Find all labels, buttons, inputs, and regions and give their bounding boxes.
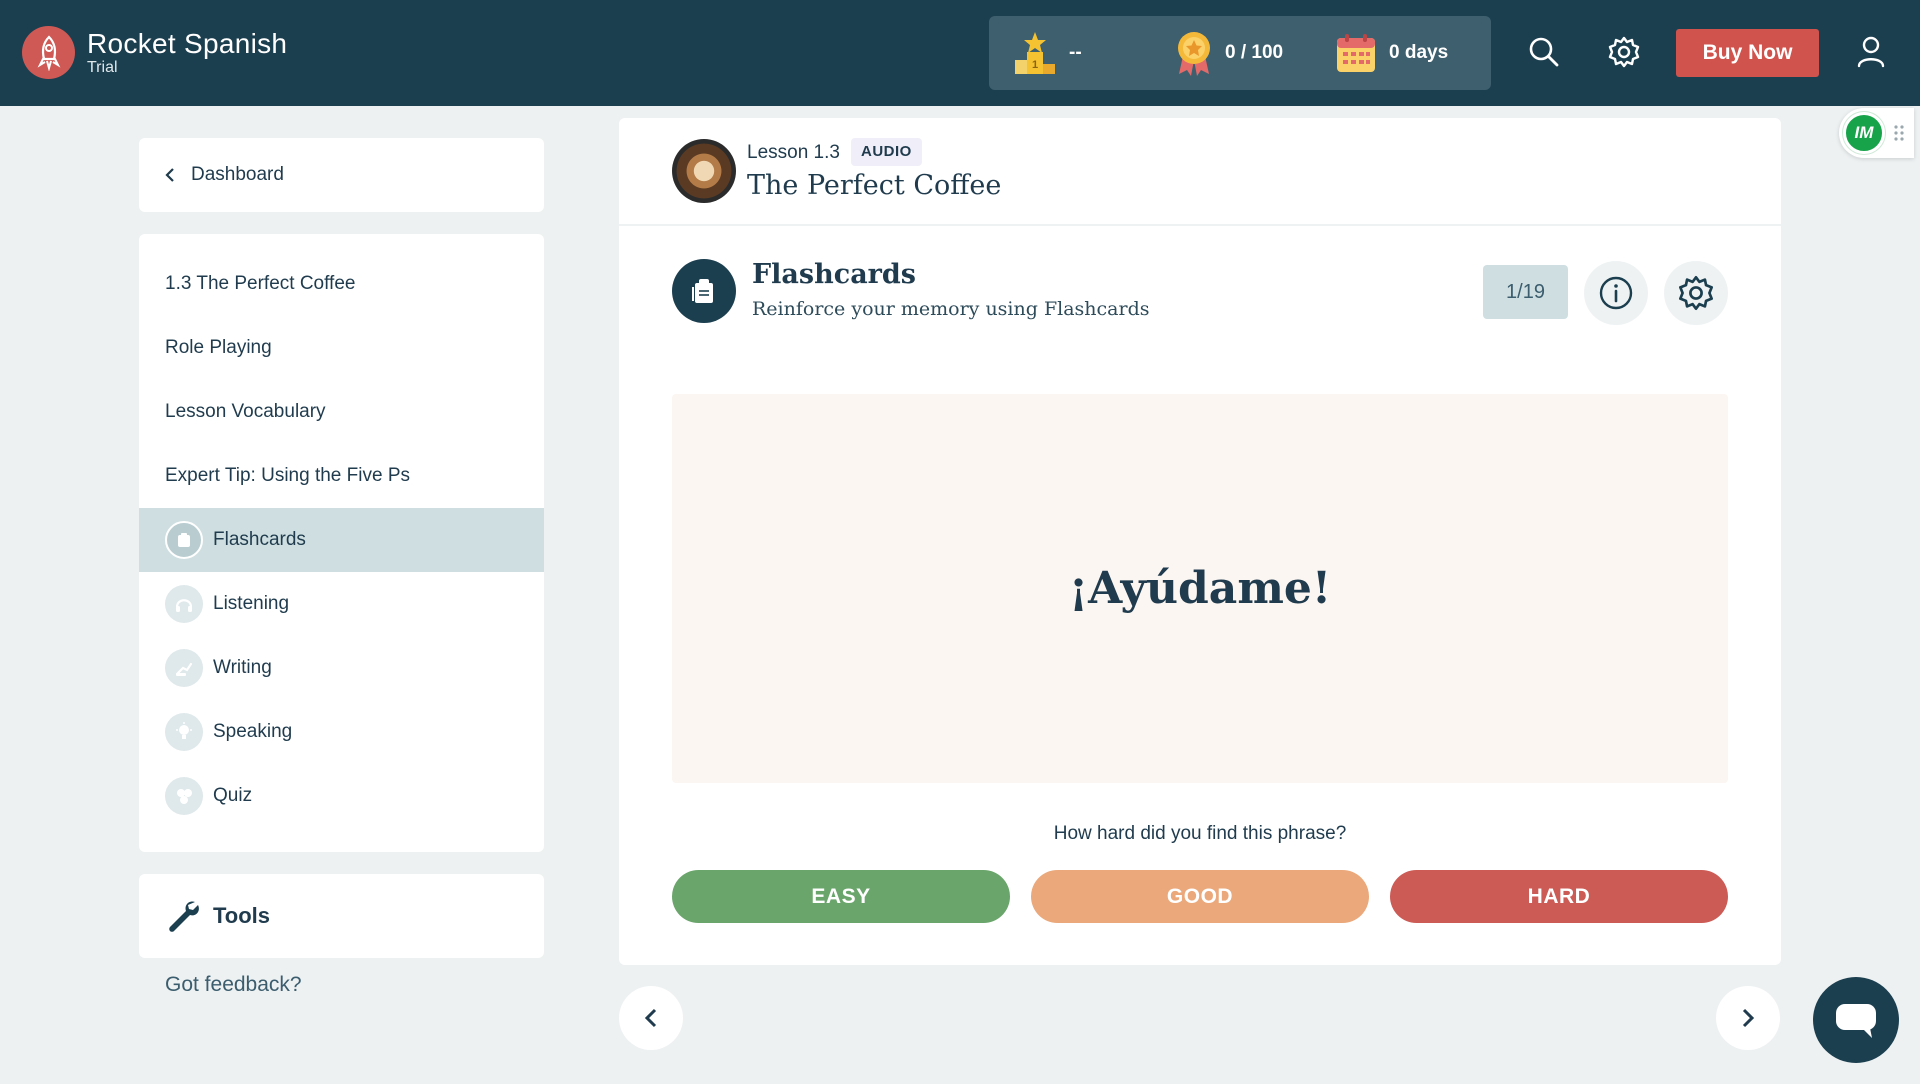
- tools-link[interactable]: Tools: [139, 874, 544, 958]
- chevron-left-icon: [165, 168, 174, 182]
- points-stat[interactable]: 0 / 100: [1175, 16, 1283, 90]
- user-account-icon[interactable]: [1851, 32, 1891, 72]
- hard-button[interactable]: HARD: [1390, 870, 1728, 923]
- nav-item-lesson-overview[interactable]: 1.3 The Perfect Coffee: [139, 252, 544, 316]
- next-button[interactable]: [1716, 986, 1780, 1050]
- lesson-number: Lesson 1.3: [747, 142, 840, 163]
- podium-icon: 1: [1015, 32, 1055, 74]
- nav-item-label: Quiz: [213, 785, 253, 806]
- flashcards-icon: [672, 259, 736, 323]
- nav-item-label: 1.3 The Perfect Coffee: [165, 273, 356, 294]
- writing-hand-icon: [165, 649, 203, 687]
- nav-item-writing[interactable]: Writing: [139, 636, 544, 700]
- dashboard-link[interactable]: Dashboard: [139, 138, 544, 212]
- nav-item-flashcards[interactable]: Flashcards: [139, 508, 544, 572]
- nav-item-expert-tip[interactable]: Expert Tip: Using the Five Ps: [139, 444, 544, 508]
- feedback-link[interactable]: Got feedback?: [165, 973, 302, 997]
- coffee-thumbnail: [672, 139, 736, 203]
- settings-gear-icon[interactable]: [1604, 32, 1644, 72]
- chat-support-button[interactable]: [1813, 977, 1899, 1063]
- brand[interactable]: Rocket Spanish Trial: [22, 26, 287, 79]
- lesson-header: Lesson 1.3 AUDIO The Perfect Coffee: [619, 118, 1781, 226]
- nav-item-label: Lesson Vocabulary: [165, 401, 326, 422]
- nav-item-speaking[interactable]: Speaking: [139, 700, 544, 764]
- tools-label: Tools: [213, 903, 271, 928]
- svg-text:1: 1: [1032, 59, 1038, 71]
- difficulty-question: How hard did you find this phrase?: [1053, 823, 1347, 844]
- extension-badge: IM: [1843, 112, 1885, 154]
- nav-item-role-playing[interactable]: Role Playing: [139, 316, 544, 380]
- gear-icon: [1679, 276, 1713, 310]
- wrench-icon: [169, 901, 199, 932]
- chevron-right-icon: [1742, 1008, 1755, 1028]
- chat-bubble-icon: [1836, 1004, 1876, 1038]
- easy-button[interactable]: EASY: [672, 870, 1010, 923]
- info-icon: [1599, 276, 1633, 310]
- lesson-title: The Perfect Coffee: [747, 170, 1002, 201]
- good-button[interactable]: GOOD: [1031, 870, 1369, 923]
- flashcard[interactable]: ¡Ayúdame!: [672, 394, 1728, 783]
- headphones-icon: [165, 585, 203, 623]
- medal-icon: [1178, 32, 1210, 76]
- activity-subtitle: Reinforce your memory using Flashcards: [752, 298, 1150, 320]
- rocket-logo-icon: [22, 26, 75, 79]
- nav-item-label: Listening: [213, 593, 290, 614]
- plan-label: Trial: [87, 58, 118, 76]
- drag-handle-icon[interactable]: [1893, 124, 1905, 142]
- nav-item-label: Writing: [213, 657, 272, 678]
- stats-bar: 1 -- 0 / 100 0 days: [989, 16, 1491, 90]
- leaderboard-value: --: [1069, 42, 1082, 63]
- lightbulb-icon: [165, 713, 203, 751]
- browser-extension-widget[interactable]: IM: [1839, 108, 1914, 158]
- lesson-nav: 1.3 The Perfect Coffee Role Playing Less…: [139, 234, 544, 852]
- points-value: 0 / 100: [1225, 42, 1284, 63]
- chevron-left-icon: [644, 1008, 657, 1028]
- previous-button[interactable]: [619, 986, 683, 1050]
- nav-item-quiz[interactable]: Quiz: [139, 764, 544, 828]
- calendar-icon: [1337, 34, 1375, 72]
- leaderboard-stat[interactable]: 1 --: [1013, 16, 1082, 90]
- flashcard-phrase: ¡Ayúdame!: [1068, 563, 1332, 614]
- streak-value: 0 days: [1389, 42, 1449, 63]
- nav-item-listening[interactable]: Listening: [139, 572, 544, 636]
- info-button[interactable]: [1584, 261, 1648, 325]
- flashcard-settings-button[interactable]: [1664, 261, 1728, 325]
- card-counter: 1/19: [1483, 265, 1568, 319]
- quiz-icon: [165, 777, 203, 815]
- nav-item-lesson-vocabulary[interactable]: Lesson Vocabulary: [139, 380, 544, 444]
- nav-item-label: Speaking: [213, 721, 293, 742]
- activity-panel: Lesson 1.3 AUDIO The Perfect Coffee Flas…: [619, 118, 1781, 965]
- search-icon[interactable]: [1524, 32, 1564, 72]
- nav-item-label: Role Playing: [165, 337, 272, 358]
- streak-stat[interactable]: 0 days: [1335, 16, 1448, 90]
- flashcards-icon: [165, 521, 203, 559]
- top-header: Rocket Spanish Trial 1 -- 0 / 100 0 days…: [0, 0, 1920, 106]
- activity-title: Flashcards: [752, 259, 916, 290]
- nav-item-label: Expert Tip: Using the Five Ps: [165, 465, 410, 486]
- audio-badge: AUDIO: [851, 138, 922, 166]
- buy-now-button[interactable]: Buy Now: [1676, 29, 1819, 77]
- dashboard-label: Dashboard: [191, 164, 284, 185]
- nav-item-label: Flashcards: [213, 529, 306, 550]
- app-name: Rocket Spanish: [87, 27, 288, 59]
